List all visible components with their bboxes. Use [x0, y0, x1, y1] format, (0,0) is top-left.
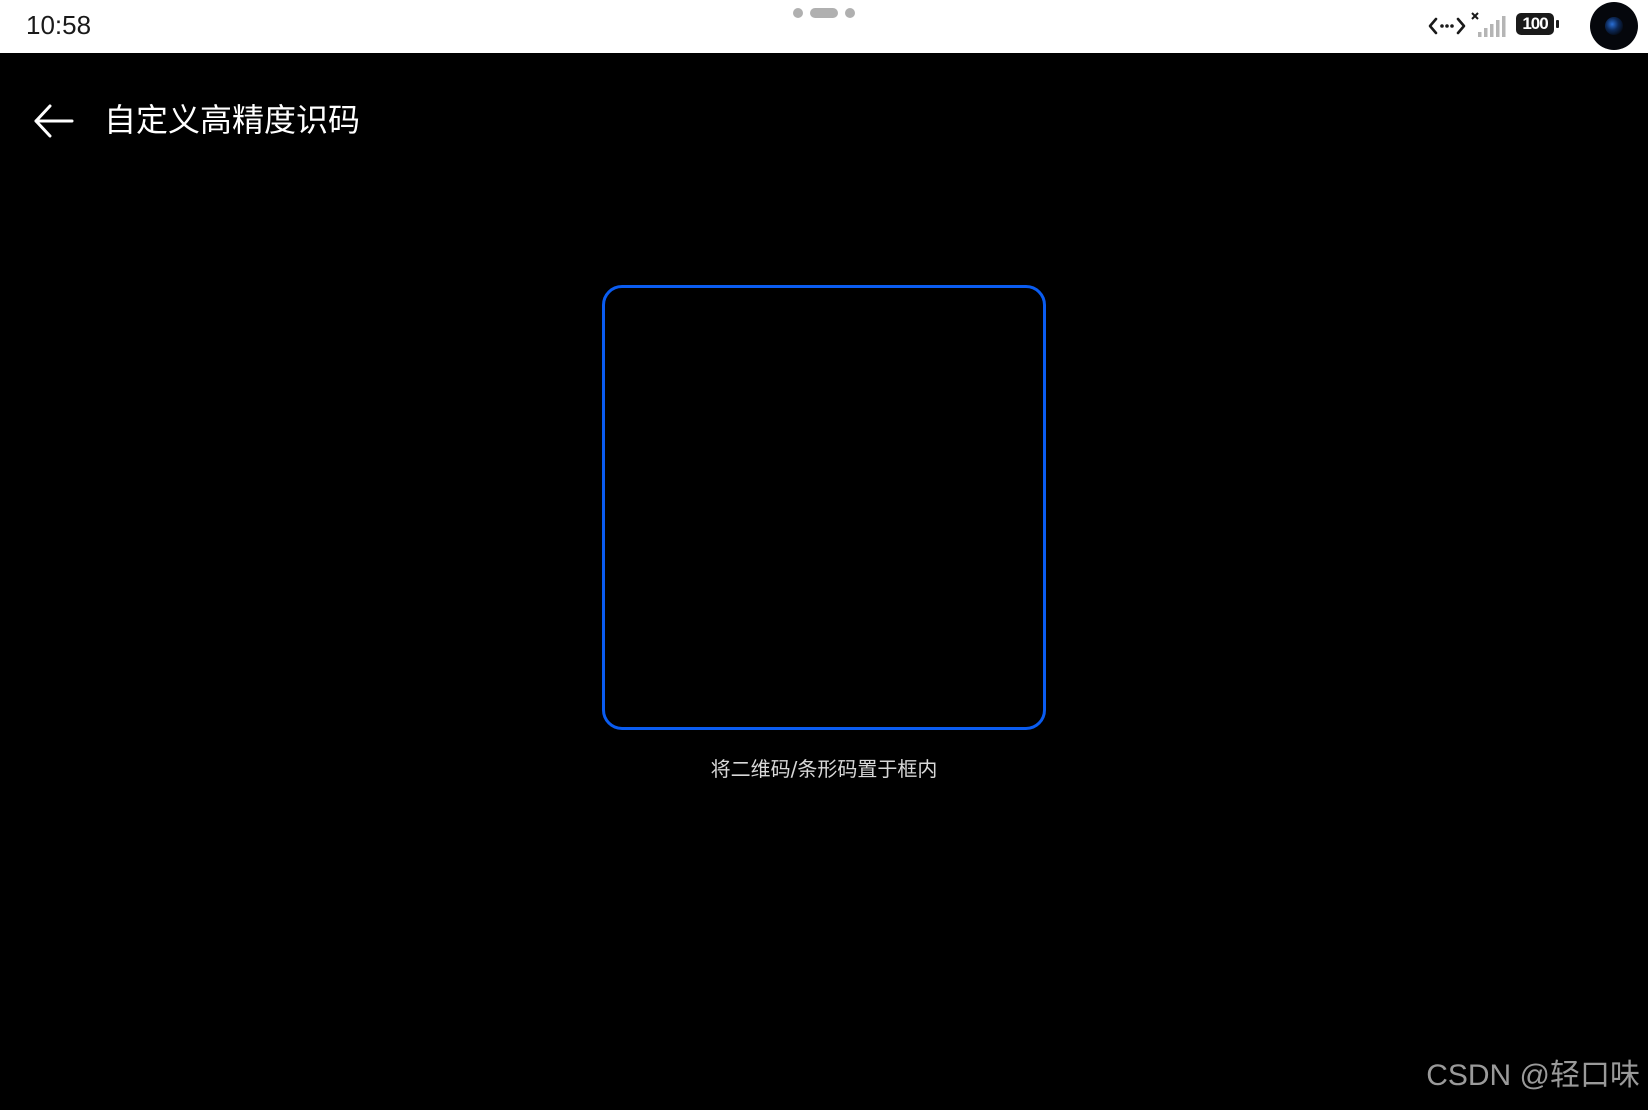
scan-hint: 将二维码/条形码置于框内: [710, 757, 938, 781]
title-bar: 自定义高精度识码: [0, 53, 1648, 183]
page-title: 自定义高精度识码: [104, 101, 361, 139]
battery-tip: [1556, 20, 1559, 28]
status-time: 10:58: [26, 10, 92, 40]
watermark: CSDN @轻口味: [1426, 1059, 1640, 1092]
scan-frame: [602, 285, 1046, 730]
battery-level: 100: [1516, 13, 1554, 35]
window-handle-icon[interactable]: [792, 6, 862, 20]
camera-icon: [1590, 2, 1638, 50]
status-bar: 10:58 100: [0, 0, 1648, 53]
back-arrow-icon[interactable]: [26, 93, 82, 149]
battery-icon: 100: [1516, 13, 1560, 37]
data-exchange-icon: [1428, 17, 1466, 35]
camera-lens: [1605, 17, 1623, 35]
no-signal-icon: [1471, 12, 1506, 37]
status-icons: 100: [1428, 0, 1648, 53]
